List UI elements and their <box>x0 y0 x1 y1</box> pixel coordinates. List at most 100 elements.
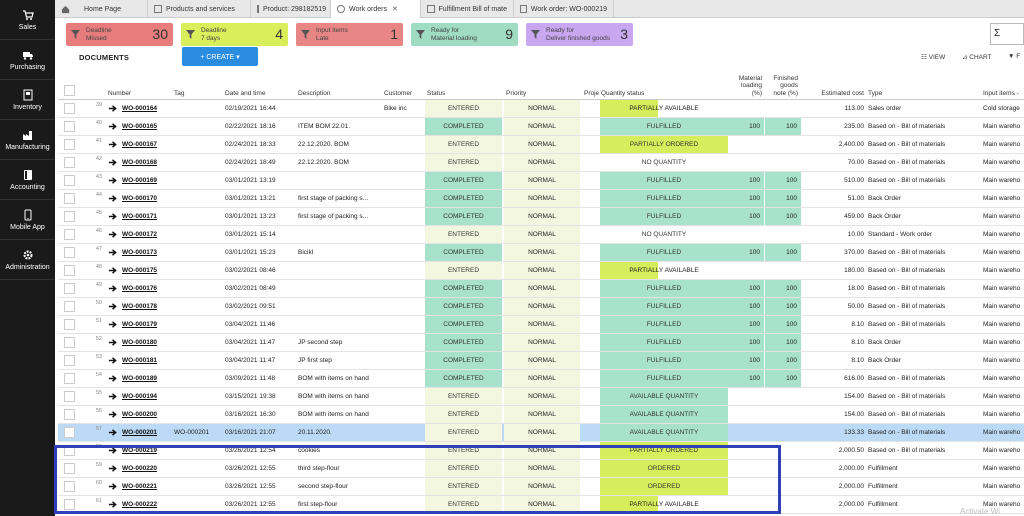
arrow-right-icon[interactable] <box>108 464 117 473</box>
table-row[interactable]: 43 WO-000169 03/01/2021 13:19 COMPLETED NORM… <box>58 172 1024 190</box>
col-tag[interactable]: Tag <box>174 90 184 98</box>
arrow-right-icon[interactable] <box>108 104 117 113</box>
table-row[interactable]: 44 WO-000170 03/01/2021 13:21 first stage o… <box>58 190 1024 208</box>
order-number-link[interactable]: WO-000222 <box>122 496 172 513</box>
table-row[interactable]: 48 WO-000175 03/02/2021 08:46 ENTERED NORMAL… <box>58 262 1024 280</box>
row-checkbox[interactable] <box>64 391 75 402</box>
order-number-link[interactable]: WO-000178 <box>122 298 172 315</box>
tab-product[interactable]: Product: 298182519 <box>251 0 331 18</box>
arrow-right-icon[interactable] <box>108 176 117 185</box>
order-number-link[interactable]: WO-000170 <box>122 190 172 207</box>
row-checkbox[interactable] <box>64 373 75 384</box>
row-checkbox[interactable] <box>64 481 75 492</box>
arrow-right-icon[interactable] <box>108 212 117 221</box>
create-button[interactable]: + CREATE ▾ <box>182 47 258 66</box>
filter-card-ready-deliver-finished[interactable]: Ready for Deliver finished goods 3 <box>526 23 633 46</box>
table-row[interactable]: 58 WO-000219 03/26/2021 12:54 cookies ENTERE… <box>58 442 1024 460</box>
order-number-link[interactable]: WO-000172 <box>122 226 172 243</box>
arrow-right-icon[interactable] <box>108 302 117 311</box>
order-number-link[interactable]: WO-000171 <box>122 208 172 225</box>
table-row[interactable]: 40 WO-000165 02/22/2021 18:16 ITEM BOM 22.0… <box>58 118 1024 136</box>
row-checkbox[interactable] <box>64 121 75 132</box>
table-row[interactable]: 46 WO-000172 03/01/2021 15:14 ENTERED NORMAL… <box>58 226 1024 244</box>
row-checkbox[interactable] <box>64 499 75 510</box>
arrow-right-icon[interactable] <box>108 428 117 437</box>
row-checkbox[interactable] <box>64 283 75 294</box>
table-row[interactable]: 61 WO-000222 03/26/2021 12:55 first step-fl… <box>58 496 1024 514</box>
table-row[interactable]: 50 WO-000178 03/02/2021 09:51 COMPLETED NORM… <box>58 298 1024 316</box>
arrow-right-icon[interactable] <box>108 266 117 275</box>
row-checkbox[interactable] <box>64 463 75 474</box>
arrow-right-icon[interactable] <box>108 482 117 491</box>
col-input-items[interactable]: Input items - <box>983 90 1019 98</box>
tab-fulfillment[interactable]: Fulfillment Bill of mate <box>421 0 514 18</box>
row-checkbox[interactable] <box>64 229 75 240</box>
row-checkbox[interactable] <box>64 265 75 276</box>
arrow-right-icon[interactable] <box>108 194 117 203</box>
col-date[interactable]: Date and time <box>225 90 265 98</box>
order-number-link[interactable]: WO-000165 <box>122 118 172 135</box>
chart-button[interactable]: ⊿ CHART <box>962 53 992 61</box>
tab-work-order[interactable]: Work order: WO-000219 <box>514 0 614 18</box>
sum-search-box[interactable]: Σ <box>990 23 1024 45</box>
table-row[interactable]: 53 WO-000181 03/04/2021 11:47 JP first step… <box>58 352 1024 370</box>
table-row[interactable]: 55 WO-000194 03/15/2021 19:38 BOM with item… <box>58 388 1024 406</box>
col-status[interactable]: Status <box>427 90 445 98</box>
table-row[interactable]: 57 WO-000201 WO-000201 03/16/2021 21:07 20.1… <box>58 424 1024 442</box>
order-number-link[interactable]: WO-000220 <box>122 460 172 477</box>
col-description[interactable]: Description <box>298 90 331 98</box>
sidebar-item-manufacturing[interactable]: Manufacturing <box>0 120 55 160</box>
col-estimated-cost[interactable]: Estimated cost <box>816 90 864 98</box>
filter-card-deadline-missed[interactable]: Deadline Missed 30 <box>66 23 173 46</box>
order-number-link[interactable]: WO-000219 <box>122 442 172 459</box>
arrow-right-icon[interactable] <box>108 284 117 293</box>
table-row[interactable]: 42 WO-000168 02/24/2021 18:49 22.12.2020. B… <box>58 154 1024 172</box>
select-all-checkbox[interactable] <box>64 85 75 96</box>
row-checkbox[interactable] <box>64 427 75 438</box>
row-checkbox[interactable] <box>64 175 75 186</box>
arrow-right-icon[interactable] <box>108 392 117 401</box>
filter-card-ready-material-loading[interactable]: Ready for Material loading 9 <box>411 23 518 46</box>
sidebar-item-sales[interactable]: Sales <box>0 0 55 40</box>
row-checkbox[interactable] <box>64 355 75 366</box>
order-number-link[interactable]: WO-000180 <box>122 334 172 351</box>
arrow-right-icon[interactable] <box>108 356 117 365</box>
col-number[interactable]: Number <box>108 90 131 98</box>
arrow-right-icon[interactable] <box>108 158 117 167</box>
view-button[interactable]: ☷ VIEW <box>921 53 945 61</box>
tab-home[interactable]: Home Page <box>55 0 148 18</box>
row-checkbox[interactable] <box>64 157 75 168</box>
sidebar-item-inventory[interactable]: Inventory <box>0 80 55 120</box>
row-checkbox[interactable] <box>64 247 75 258</box>
order-number-link[interactable]: WO-000221 <box>122 478 172 495</box>
order-number-link[interactable]: WO-000181 <box>122 352 172 369</box>
arrow-right-icon[interactable] <box>108 374 117 383</box>
order-number-link[interactable]: WO-000200 <box>122 406 172 423</box>
order-number-link[interactable]: WO-000179 <box>122 316 172 333</box>
table-row[interactable]: 39 WO-000164 02/19/2021 16:44 Bike inc ENTER… <box>58 100 1024 118</box>
table-row[interactable]: 54 WO-000189 03/09/2021 11:48 BOM with item… <box>58 370 1024 388</box>
filter-card-input-items-late[interactable]: Input items Late 1 <box>296 23 403 46</box>
order-number-link[interactable]: WO-000164 <box>122 100 172 117</box>
order-number-link[interactable]: WO-000167 <box>122 136 172 153</box>
arrow-right-icon[interactable] <box>108 446 117 455</box>
order-number-link[interactable]: WO-000189 <box>122 370 172 387</box>
row-checkbox[interactable] <box>64 319 75 330</box>
arrow-right-icon[interactable] <box>108 140 117 149</box>
arrow-right-icon[interactable] <box>108 320 117 329</box>
col-priority[interactable]: Priority <box>506 90 526 98</box>
row-checkbox[interactable] <box>64 211 75 222</box>
order-number-link[interactable]: WO-000194 <box>122 388 172 405</box>
row-checkbox[interactable] <box>64 103 75 114</box>
col-project[interactable]: Proje <box>584 90 599 98</box>
table-row[interactable]: 59 WO-000220 03/26/2021 12:55 third step-fl… <box>58 460 1024 478</box>
col-customer[interactable]: Customer <box>384 90 412 98</box>
arrow-right-icon[interactable] <box>108 410 117 419</box>
row-checkbox[interactable] <box>64 301 75 312</box>
arrow-right-icon[interactable] <box>108 248 117 257</box>
order-number-link[interactable]: WO-000168 <box>122 154 172 171</box>
sidebar-item-accounting[interactable]: Accounting <box>0 160 55 200</box>
tab-products[interactable]: Products and services <box>148 0 251 18</box>
col-material-loading[interactable]: Material loading (%) <box>730 75 762 98</box>
table-row[interactable]: 47 WO-000173 03/01/2021 15:23 Bicikl COMPLET… <box>58 244 1024 262</box>
